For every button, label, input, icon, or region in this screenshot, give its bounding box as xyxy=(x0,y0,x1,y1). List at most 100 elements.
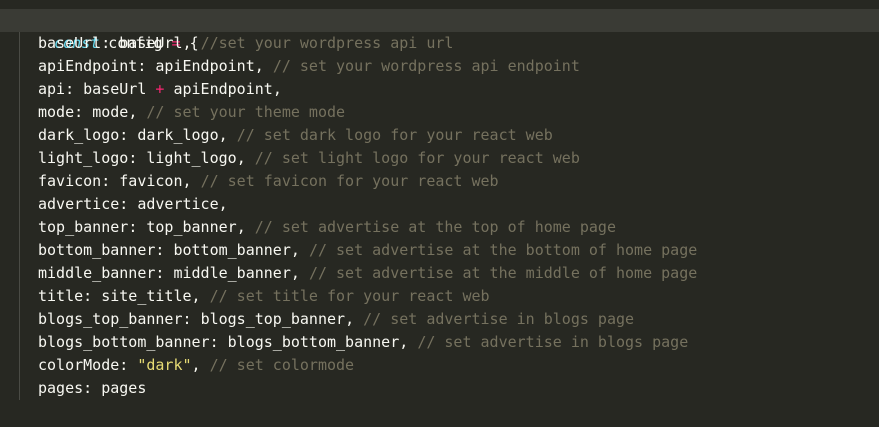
property-key: title xyxy=(38,287,84,305)
comma: , xyxy=(182,172,192,190)
inline-comment: // set advertise in blogs page xyxy=(363,310,635,328)
punctuation: : xyxy=(83,287,102,305)
punctuation: : xyxy=(128,218,147,236)
property-key: top_banner xyxy=(38,218,129,236)
property-value: site_title xyxy=(101,287,192,305)
inline-comment: // set dark logo for your react web xyxy=(236,126,553,144)
inline-comment: // set title for your react web xyxy=(209,287,490,305)
code-line-top-banner[interactable]: top_banner: top_banner, // set advertise… xyxy=(0,216,879,239)
inline-comment: // set advertise in blogs page xyxy=(417,333,689,351)
code-line-footer[interactable]: }; xyxy=(0,400,879,427)
comma: , xyxy=(218,195,228,213)
property-value: mode xyxy=(92,103,129,121)
property-key: api xyxy=(38,80,66,98)
indent-guide xyxy=(19,101,20,124)
code-line-pages[interactable]: pages: pages xyxy=(0,377,879,400)
indent-guide xyxy=(19,262,20,285)
code-line-blogs-bottom-banner[interactable]: blogs_bottom_banner: blogs_bottom_banner… xyxy=(0,331,879,354)
comma: , xyxy=(236,218,246,236)
punctuation: : xyxy=(128,149,147,167)
code-line-blogs-top-banner[interactable]: blogs_top_banner: blogs_top_banner, // s… xyxy=(0,308,879,331)
inline-comment: // set your wordpress api endpoint xyxy=(272,57,580,75)
punctuation: : xyxy=(119,195,138,213)
property-value-left: baseUrl xyxy=(83,80,147,98)
property-value: favicon xyxy=(119,172,183,190)
indent-guide xyxy=(19,193,20,216)
punctuation: : xyxy=(83,379,102,397)
code-line-bottom-banner[interactable]: bottom_banner: bottom_banner, // set adv… xyxy=(0,239,879,262)
code-line-dark-logo[interactable]: dark_logo: dark_logo, // set dark logo f… xyxy=(0,124,879,147)
property-value: dark_logo xyxy=(137,126,219,144)
property-key: advertice xyxy=(38,195,120,213)
comma: , xyxy=(182,34,192,52)
code-line-light-logo[interactable]: light_logo: light_logo, // set light log… xyxy=(0,147,879,170)
comma: , xyxy=(290,264,300,282)
indent-guide xyxy=(19,239,20,262)
property-key: favicon xyxy=(38,172,102,190)
object-body: baseUrl: baseUrl, //set your wordpress a… xyxy=(0,32,879,400)
code-line-title[interactable]: title: site_title, // set title for your… xyxy=(0,285,879,308)
property-value-right: apiEndpoint xyxy=(173,80,273,98)
comma: , xyxy=(272,80,282,98)
property-value: pages xyxy=(101,379,147,397)
punctuation: : xyxy=(119,126,138,144)
property-key: colorMode xyxy=(38,356,120,374)
property-key: baseUrl xyxy=(38,34,102,52)
punctuation: : xyxy=(182,310,201,328)
comma: , xyxy=(191,356,201,374)
code-line-apiEndpoint[interactable]: apiEndpoint: apiEndpoint, // set your wo… xyxy=(0,55,879,78)
property-value: bottom_banner xyxy=(173,241,291,259)
property-value: baseUrl xyxy=(119,34,183,52)
code-line-baseUrl[interactable]: baseUrl: baseUrl, //set your wordpress a… xyxy=(0,32,879,55)
property-value: advertice xyxy=(137,195,219,213)
indent-guide xyxy=(19,285,20,308)
indent-guide xyxy=(19,55,20,78)
code-line-mode[interactable]: mode: mode, // set your theme mode xyxy=(0,101,879,124)
comma: , xyxy=(399,333,409,351)
property-key: apiEndpoint xyxy=(38,57,138,75)
code-line-middle-banner[interactable]: middle_banner: middle_banner, // set adv… xyxy=(0,262,879,285)
inline-comment: // set advertise at the bottom of home p… xyxy=(308,241,698,259)
code-line-api[interactable]: api: baseUrl + apiEndpoint, xyxy=(0,78,879,101)
code-line-header[interactable]: const config = { xyxy=(0,9,879,52)
punctuation: : xyxy=(155,264,174,282)
property-value: top_banner xyxy=(146,218,237,236)
code-line-advertice[interactable]: advertice: advertice, xyxy=(0,193,879,216)
indent-guide xyxy=(19,124,20,147)
property-value: light_logo xyxy=(146,149,237,167)
property-value-string: "dark" xyxy=(137,356,192,374)
code-editor[interactable]: const config = { baseUrl: baseUrl, //set… xyxy=(0,0,879,427)
punctuation: : xyxy=(209,333,228,351)
punctuation: : xyxy=(155,241,174,259)
indent-guide xyxy=(19,331,20,354)
comma: , xyxy=(218,126,228,144)
inline-comment: // set favicon for your react web xyxy=(200,172,499,190)
property-key: pages xyxy=(38,379,84,397)
code-line-favicon[interactable]: favicon: favicon, // set favicon for you… xyxy=(0,170,879,193)
property-value: apiEndpoint xyxy=(155,57,255,75)
punctuation: : xyxy=(119,356,138,374)
comma: , xyxy=(254,57,264,75)
indent-guide xyxy=(19,216,20,239)
indent-guide xyxy=(19,377,20,400)
indent-guide xyxy=(19,32,20,55)
property-key: mode xyxy=(38,103,75,121)
property-value: blogs_bottom_banner xyxy=(227,333,400,351)
inline-comment: // set advertise at the middle of home p… xyxy=(308,264,698,282)
inline-comment: // set light logo for your react web xyxy=(254,149,580,167)
inline-comment: // set your theme mode xyxy=(146,103,346,121)
indent-guide xyxy=(19,78,20,101)
indent-guide xyxy=(19,147,20,170)
property-key: light_logo xyxy=(38,149,129,167)
code-line-colorMode[interactable]: colorMode: "dark", // set colormode xyxy=(0,354,879,377)
punctuation: : xyxy=(101,172,120,190)
